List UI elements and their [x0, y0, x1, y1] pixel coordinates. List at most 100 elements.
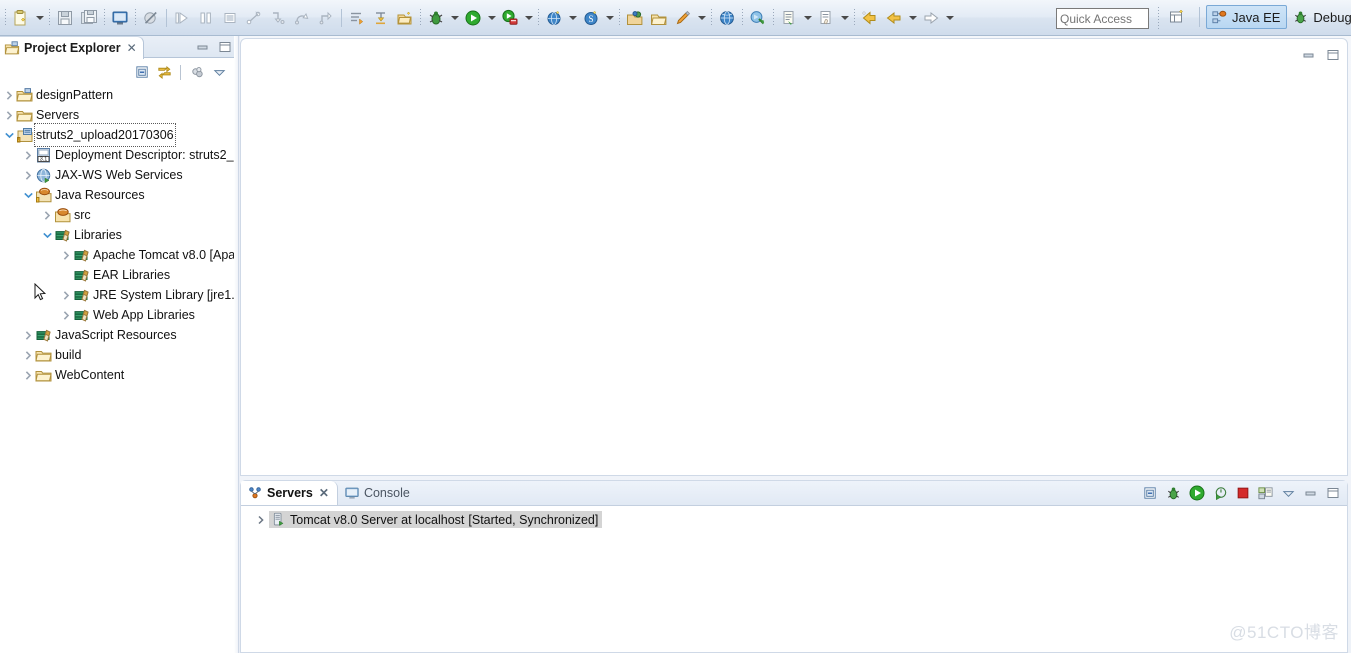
skip-breakpoints-icon[interactable] — [139, 6, 163, 30]
expand-arrow-icon[interactable] — [253, 515, 269, 525]
tree-item[interactable]: 3.1 Deployment Descriptor: struts2_ — [0, 145, 236, 165]
servers-list[interactable]: Tomcat v8.0 Server at localhost [Started… — [241, 506, 1347, 652]
tree-item[interactable]: build — [0, 345, 236, 365]
toolbar-group-handle-10[interactable] — [851, 6, 858, 29]
tree-item[interactable]: ! struts2_upload20170306 — [0, 123, 236, 147]
perspective-java-ee[interactable]: Java EE — [1206, 5, 1288, 29]
bottom-view-menu-button[interactable] — [1280, 485, 1297, 505]
previous-edit-dropdown-arrow[interactable] — [906, 6, 919, 30]
server-entry[interactable]: Tomcat v8.0 Server at localhost [Started… — [269, 511, 603, 528]
tree-item[interactable]: Apache Tomcat v8.0 [Apa — [0, 245, 236, 265]
tree-item[interactable]: Web App Libraries — [0, 305, 236, 325]
debug-server-button[interactable] — [1165, 485, 1182, 505]
previous-annotation-icon[interactable] — [369, 6, 393, 30]
start-server-button[interactable] — [1188, 484, 1206, 505]
new-server-icon[interactable]: S — [579, 6, 603, 30]
new-java-class-icon[interactable] — [671, 6, 695, 30]
chevron-right-icon[interactable] — [21, 165, 35, 185]
next-annotation-icon[interactable] — [345, 6, 369, 30]
toolbar-group-handle-6[interactable] — [616, 6, 623, 29]
close-icon[interactable]: ✕ — [127, 42, 137, 54]
tree-item[interactable]: Servers — [0, 105, 236, 125]
back-icon[interactable] — [858, 6, 882, 30]
project-explorer-minimize-button[interactable] — [195, 39, 211, 58]
new-java-class-dropdown-arrow[interactable] — [695, 6, 708, 30]
run-play-icon[interactable] — [461, 6, 485, 30]
toolbar-drag-handle[interactable] — [2, 6, 9, 29]
open-perspective-button[interactable] — [1163, 5, 1193, 29]
toolbar-group-handle-3[interactable] — [132, 6, 139, 29]
chevron-right-icon[interactable] — [21, 345, 35, 365]
save-icon[interactable] — [53, 6, 77, 30]
chevron-right-icon[interactable] — [2, 85, 16, 105]
open-folder-icon[interactable] — [647, 6, 671, 30]
new-web-project-icon[interactable] — [542, 6, 566, 30]
chevron-right-icon[interactable] — [40, 205, 54, 225]
toolbar-group-handle-9[interactable] — [770, 6, 777, 29]
toolbar-group-handle-2[interactable] — [101, 6, 108, 29]
debug-bug-icon[interactable] — [424, 6, 448, 30]
tree-item[interactable]: JavaScript Resources — [0, 325, 236, 345]
tab-project-explorer[interactable]: Project Explorer ✕ — [0, 36, 144, 59]
run-on-server-dropdown-arrow[interactable] — [522, 6, 535, 30]
new-wizard-icon[interactable] — [9, 6, 33, 30]
save-all-icon[interactable] — [77, 6, 101, 30]
run-external-tool-icon[interactable] — [746, 6, 770, 30]
chevron-down-icon[interactable] — [40, 225, 54, 245]
task-dropdown-arrow[interactable] — [838, 6, 851, 30]
table-row[interactable]: Tomcat v8.0 Server at localhost [Started… — [253, 510, 603, 529]
tree-item[interactable]: JAX-WS Web Services — [0, 165, 236, 185]
chevron-right-icon[interactable] — [59, 285, 73, 305]
chevron-right-icon[interactable] — [2, 105, 16, 125]
search-dropdown-arrow[interactable] — [801, 6, 814, 30]
forward-dropdown-arrow[interactable] — [943, 6, 956, 30]
bottom-minimize-button[interactable] — [1303, 485, 1319, 504]
step-over-icon[interactable] — [290, 6, 314, 30]
tree-item[interactable]: designPattern — [0, 85, 236, 105]
view-filters-button[interactable] — [187, 62, 207, 82]
chevron-right-icon[interactable] — [21, 145, 35, 165]
new-web-project-dropdown-arrow[interactable] — [566, 6, 579, 30]
toolbar-group-handle-4[interactable] — [417, 6, 424, 29]
collapse-all-button[interactable] — [132, 62, 152, 82]
tree-item[interactable]: Java Resources — [0, 185, 236, 205]
step-return-icon[interactable] — [314, 6, 338, 30]
publish-button[interactable] — [1257, 485, 1274, 505]
chevron-right-icon[interactable] — [59, 305, 73, 325]
run-dropdown-arrow[interactable] — [485, 6, 498, 30]
stop-server-button[interactable] — [1235, 485, 1251, 504]
task-doc-icon[interactable] — [814, 6, 838, 30]
chevron-right-icon[interactable] — [59, 245, 73, 265]
new-wizard-dropdown-arrow[interactable] — [33, 6, 46, 30]
link-with-editor-button[interactable] — [154, 62, 174, 82]
perspective-debug[interactable]: Debug — [1287, 5, 1351, 29]
tree-item[interactable]: Libraries — [0, 225, 236, 245]
chevron-down-icon[interactable] — [21, 185, 35, 205]
open-type-icon[interactable] — [393, 6, 417, 30]
chevron-right-icon[interactable] — [21, 365, 35, 385]
toolbar-group-handle-8[interactable] — [739, 6, 746, 29]
project-explorer-maximize-button[interactable] — [217, 39, 233, 58]
perspective-toolbar-handle[interactable] — [1155, 4, 1162, 32]
resume-icon[interactable] — [170, 6, 194, 30]
chevron-down-icon[interactable] — [2, 125, 16, 145]
terminate-icon[interactable] — [218, 6, 242, 30]
collapse-all-button[interactable] — [1142, 485, 1159, 505]
step-into-icon[interactable] — [266, 6, 290, 30]
forward-icon[interactable] — [919, 6, 943, 30]
debug-dropdown-arrow[interactable] — [448, 6, 461, 30]
profile-server-button[interactable] — [1212, 485, 1229, 505]
suspend-icon[interactable] — [194, 6, 218, 30]
toolbar-group-handle-1[interactable] — [46, 6, 53, 29]
toolbar-group-handle-5[interactable] — [535, 6, 542, 29]
globe-icon[interactable] — [715, 6, 739, 30]
previous-edit-location-icon[interactable] — [882, 6, 906, 30]
search-doc-icon[interactable] — [777, 6, 801, 30]
tab-console[interactable]: Console — [338, 481, 418, 505]
bottom-maximize-button[interactable] — [1325, 485, 1341, 504]
run-on-server-icon[interactable] — [498, 6, 522, 30]
editor-maximize-button[interactable] — [1325, 47, 1341, 66]
close-icon[interactable]: ✕ — [319, 487, 329, 499]
tree-item[interactable]: EAR Libraries — [0, 265, 236, 285]
new-server-dropdown-arrow[interactable] — [603, 6, 616, 30]
